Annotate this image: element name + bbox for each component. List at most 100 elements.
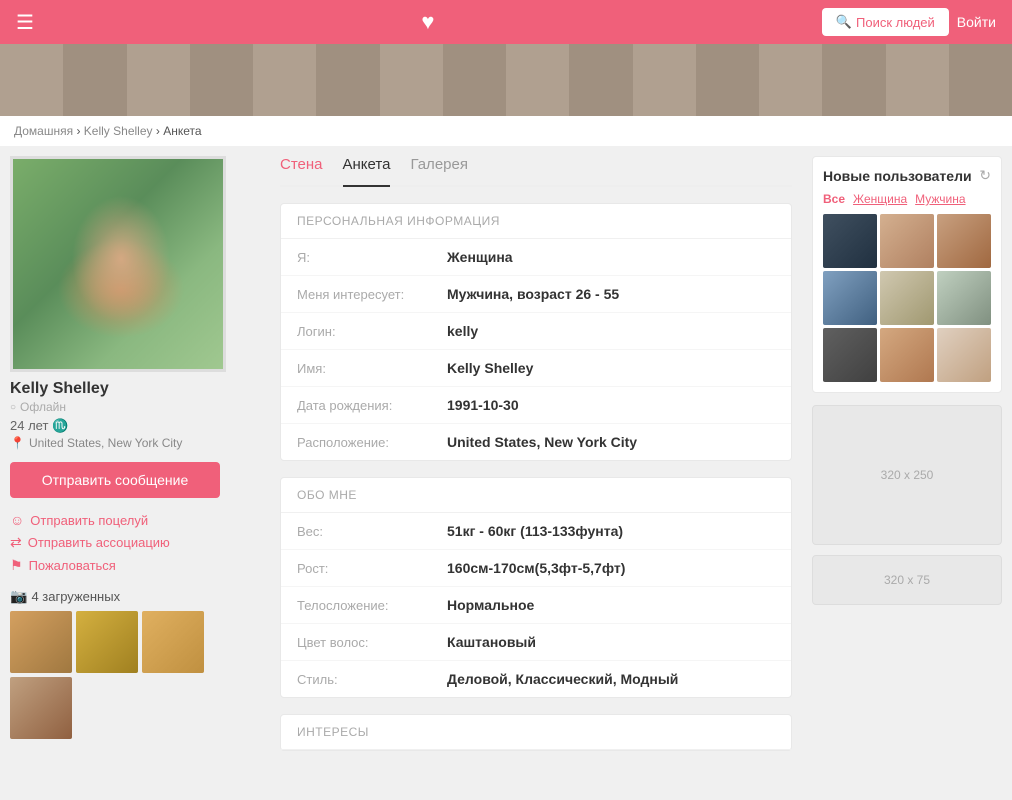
send-association-link[interactable]: ⇄ Отправить ассоциацию [10,534,260,551]
value-style: Деловой, Классический, Модный [447,671,678,687]
strip-photo-5[interactable] [253,44,316,116]
strip-photo-16[interactable] [949,44,1012,116]
breadcrumb: Домашняя › Kelly Shelley › Анкета [0,116,1012,146]
flag-icon: ⚑ [10,557,23,574]
new-user-6[interactable] [937,271,991,325]
info-row-location: Расположение: United States, New York Ci… [281,424,791,460]
send-message-button[interactable]: Отправить сообщение [10,462,220,498]
strip-photo-15[interactable] [886,44,949,116]
strip-photo-3[interactable] [127,44,190,116]
new-user-1[interactable] [823,214,877,268]
ad-small: 320 x 75 [812,555,1002,605]
camera-icon: 📷 [10,588,27,605]
upload-thumb-4[interactable] [10,677,72,739]
value-gender: Женщина [447,249,513,265]
strip-photo-11[interactable] [633,44,696,116]
header: ☰ ♥ 🔍 Поиск людей Войти [0,0,1012,44]
main-layout: Kelly Shelley ○ Офлайн 24 лет ♏ 📍 United… [0,146,1012,797]
interests-header: ИНТЕРЕСЫ [281,715,791,750]
value-build: Нормальное [447,597,534,613]
label-hair: Цвет волос: [297,635,447,650]
zodiac-sign: ♏ [52,418,68,433]
filter-male[interactable]: Мужчина [915,192,965,206]
login-button[interactable]: Войти [957,14,996,30]
heart-icon: ♥ [421,9,434,35]
tab-gallery[interactable]: Галерея [410,156,468,177]
upload-thumb-1[interactable] [10,611,72,673]
new-user-4[interactable] [823,271,877,325]
uploads-grid [10,611,260,739]
value-name: Kelly Shelley [447,360,533,376]
report-link[interactable]: ⚑ Пожаловаться [10,557,260,574]
info-row-name: Имя: Kelly Shelley [281,350,791,387]
strip-photo-14[interactable] [822,44,885,116]
ad-large: 320 x 250 [812,405,1002,545]
filter-all[interactable]: Все [823,192,845,206]
label-interest: Меня интересует: [297,287,447,302]
label-gender: Я: [297,250,447,265]
new-user-5[interactable] [880,271,934,325]
info-row-weight: Вес: 51кг - 60кг (113-133фунта) [281,513,791,550]
label-build: Телосложение: [297,598,447,613]
breadcrumb-current: Анкета [163,124,201,138]
breadcrumb-name[interactable]: Kelly Shelley [84,124,153,138]
upload-thumb-2[interactable] [76,611,138,673]
value-birthday: 1991-10-30 [447,397,519,413]
strip-photo-7[interactable] [380,44,443,116]
profile-age-zodiac: 24 лет ♏ [10,418,260,434]
new-users-header: Новые пользователи ↻ [823,167,991,184]
info-row-gender: Я: Женщина [281,239,791,276]
label-name: Имя: [297,361,447,376]
strip-photo-12[interactable] [696,44,759,116]
strip-photo-4[interactable] [190,44,253,116]
info-row-style: Стиль: Деловой, Классический, Модный [281,661,791,697]
breadcrumb-home[interactable]: Домашняя [14,124,73,138]
value-interest: Мужчина, возраст 26 - 55 [447,286,619,302]
refresh-icon[interactable]: ↻ [979,167,991,184]
kiss-icon: ☺ [10,512,24,528]
search-icon: 🔍 [836,14,852,30]
strip-photo-6[interactable] [316,44,379,116]
new-user-2[interactable] [880,214,934,268]
label-location: Расположение: [297,435,447,450]
tab-wall[interactable]: Стена [280,156,323,177]
interests-section: ИНТЕРЕСЫ [280,714,792,751]
uploads-title: 📷 4 загруженных [10,588,260,605]
send-kiss-link[interactable]: ☺ Отправить поцелуй [10,512,260,528]
association-icon: ⇄ [10,534,22,551]
strip-photo-13[interactable] [759,44,822,116]
new-user-3[interactable] [937,214,991,268]
new-users-filters: Все Женщина Мужчина [823,192,991,206]
profile-name: Kelly Shelley [10,380,260,398]
search-people-button[interactable]: 🔍 Поиск людей [822,8,949,36]
new-users-box: Новые пользователи ↻ Все Женщина Мужчина [812,156,1002,393]
strip-photo-9[interactable] [506,44,569,116]
header-right: 🔍 Поиск людей Войти [822,8,996,36]
strip-photo-2[interactable] [63,44,126,116]
upload-thumb-3[interactable] [142,611,204,673]
info-row-interest: Меня интересует: Мужчина, возраст 26 - 5… [281,276,791,313]
tab-profile[interactable]: Анкета [343,156,391,187]
strip-photo-8[interactable] [443,44,506,116]
profile-photo[interactable] [10,156,226,372]
strip-photo-10[interactable] [569,44,632,116]
info-row-login: Логин: kelly [281,313,791,350]
value-location: United States, New York City [447,434,637,450]
new-user-8[interactable] [880,328,934,382]
action-links: ☺ Отправить поцелуй ⇄ Отправить ассоциац… [10,512,260,574]
value-height: 160см-170см(5,3фт-5,7фт) [447,560,625,576]
strip-photo-1[interactable] [0,44,63,116]
label-height: Рост: [297,561,447,576]
filter-female[interactable]: Женщина [853,192,907,206]
status-dot: ○ [10,402,16,413]
value-login: kelly [447,323,478,339]
menu-icon[interactable]: ☰ [16,10,34,35]
profile-location: 📍 United States, New York City [10,436,260,450]
new-user-9[interactable] [937,328,991,382]
about-me-section: ОБО МНЕ Вес: 51кг - 60кг (113-133фунта) … [280,477,792,698]
new-users-title: Новые пользователи [823,168,972,184]
value-weight: 51кг - 60кг (113-133фунта) [447,523,623,539]
about-me-header: ОБО МНЕ [281,478,791,513]
info-row-height: Рост: 160см-170см(5,3фт-5,7фт) [281,550,791,587]
new-user-7[interactable] [823,328,877,382]
